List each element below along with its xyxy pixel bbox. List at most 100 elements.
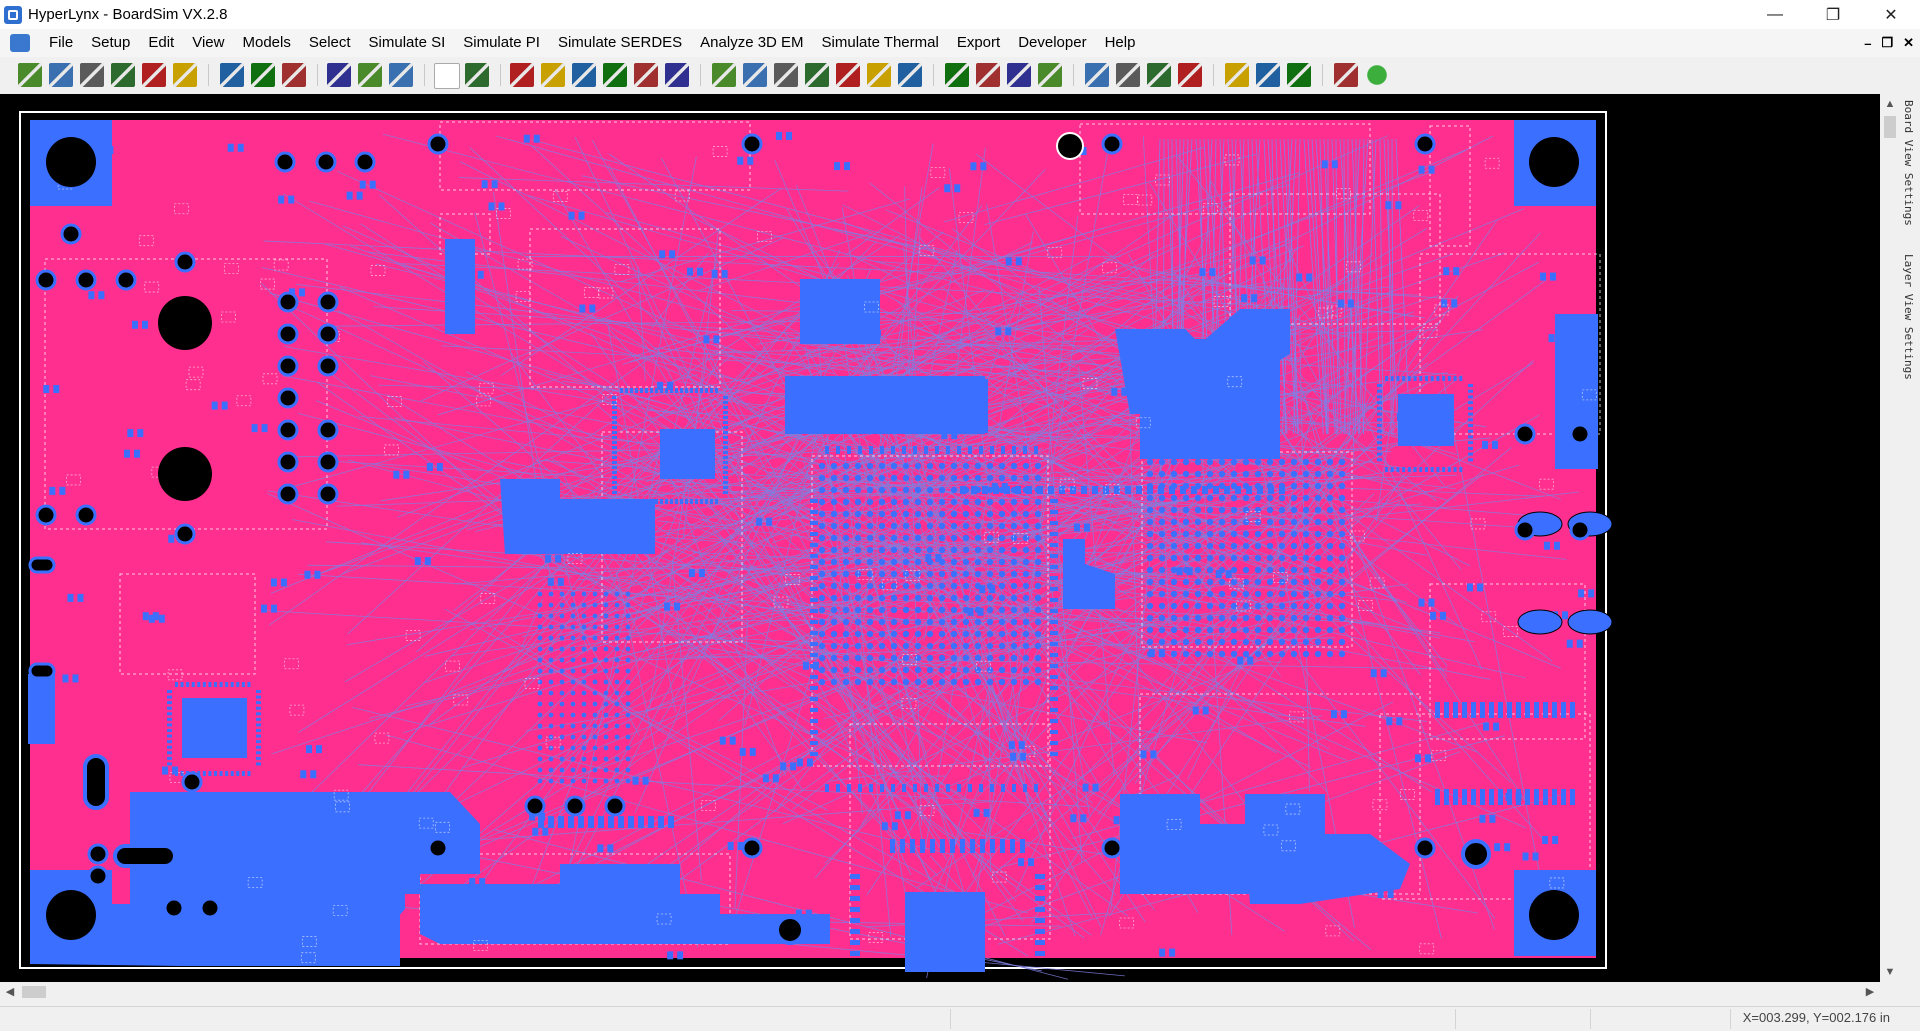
pcb-board-canvas[interactable]	[0, 94, 1880, 982]
ddr-icon[interactable]	[1038, 63, 1062, 87]
minimize-button[interactable]: —	[1746, 0, 1804, 29]
select-nets-icon[interactable]	[358, 63, 382, 87]
terminator-icon[interactable]	[541, 63, 565, 87]
probe-icon[interactable]	[389, 63, 413, 87]
scroll-right-icon[interactable]: ▶	[1860, 982, 1880, 1002]
bga-pad	[1291, 531, 1297, 537]
edit-icon[interactable]	[173, 63, 197, 87]
bga-pad	[915, 631, 921, 637]
smd-pad	[281, 579, 287, 587]
dc-drop-icon[interactable]	[1287, 63, 1311, 87]
thermometer-icon[interactable]	[1334, 63, 1358, 87]
board-view-settings-tab[interactable]: Board View Settings	[1902, 100, 1915, 226]
menu-simulate-thermal[interactable]: Simulate Thermal	[813, 29, 948, 57]
bga-pad	[1243, 519, 1249, 525]
via-hole	[1416, 839, 1434, 857]
menu-export[interactable]: Export	[948, 29, 1009, 57]
smd-pad	[1467, 583, 1473, 591]
vertical-scroll-thumb[interactable]	[1884, 116, 1896, 138]
bga-pad	[1171, 615, 1177, 621]
ibis-icon[interactable]	[510, 63, 534, 87]
menu-select[interactable]: Select	[300, 29, 360, 57]
smd-pad	[1381, 669, 1387, 677]
bga-pad	[1231, 555, 1237, 561]
bga-pad	[1315, 651, 1321, 657]
menu-simulate-serdes[interactable]: Simulate SERDES	[549, 29, 691, 57]
bga-pad	[975, 559, 981, 565]
open-board-icon[interactable]	[18, 63, 42, 87]
bga-pad	[1023, 547, 1029, 553]
stackup-icon[interactable]	[634, 63, 658, 87]
bga-pad	[1035, 523, 1041, 529]
scope-icon[interactable]	[774, 63, 798, 87]
scroll-down-icon[interactable]: ▼	[1880, 962, 1900, 982]
via-hole	[279, 485, 297, 503]
scroll-left-icon[interactable]: ◀	[0, 982, 20, 1002]
zoom-in-icon[interactable]	[251, 63, 275, 87]
qfn-pad	[208, 682, 211, 687]
mdi-restore-button[interactable]: ❐	[1881, 35, 1893, 51]
menu-setup[interactable]: Setup	[82, 29, 139, 57]
smd-pad	[659, 250, 665, 258]
plot-3-icon[interactable]	[1147, 63, 1171, 87]
plot-2-icon[interactable]	[1116, 63, 1140, 87]
close-button[interactable]: ✕	[1862, 0, 1920, 29]
help-icon[interactable]	[1365, 63, 1389, 87]
layer-view-settings-tab[interactable]: Layer View Settings	[1902, 254, 1915, 380]
scope-6-icon[interactable]	[945, 63, 969, 87]
fit-board-icon[interactable]	[327, 63, 351, 87]
print-icon[interactable]	[111, 63, 135, 87]
scroll-up-icon[interactable]: ▲	[1880, 94, 1900, 114]
menu-simulate-pi[interactable]: Simulate PI	[454, 29, 549, 57]
via-hole	[1516, 521, 1534, 539]
plot-4-icon[interactable]	[1178, 63, 1202, 87]
horizontal-scrollbar[interactable]: ◀ ▶	[0, 982, 1880, 1002]
mdi-minimize-button[interactable]: –	[1864, 36, 1871, 51]
menu-help[interactable]: Help	[1096, 29, 1145, 57]
layer-stackup-icon[interactable]	[220, 63, 244, 87]
bga-pad	[891, 631, 897, 637]
scope-3-icon[interactable]	[836, 63, 860, 87]
bga-pad	[1255, 651, 1261, 657]
plot-icon[interactable]	[1085, 63, 1109, 87]
menu-developer[interactable]: Developer	[1009, 29, 1095, 57]
menu-models[interactable]: Models	[233, 29, 299, 57]
qfn-pad	[723, 411, 728, 414]
restore-button[interactable]: ❐	[1804, 0, 1862, 29]
qfn-pad	[612, 411, 617, 414]
bar-chart-icon[interactable]	[976, 63, 1000, 87]
document-icon[interactable]	[10, 34, 30, 52]
save-icon[interactable]	[80, 63, 104, 87]
blank-icon[interactable]	[434, 63, 460, 89]
menu-view[interactable]: View	[183, 29, 233, 57]
pi-icon[interactable]	[1256, 63, 1280, 87]
netlist-icon[interactable]	[465, 63, 489, 87]
scope-2-icon[interactable]	[805, 63, 829, 87]
menu-edit[interactable]: Edit	[139, 29, 183, 57]
zoom-out-icon[interactable]	[282, 63, 306, 87]
component-icon[interactable]	[603, 63, 627, 87]
crosstalk-icon[interactable]	[712, 63, 736, 87]
eye-icon[interactable]	[572, 63, 596, 87]
menu-simulate-si[interactable]: Simulate SI	[360, 29, 455, 57]
menu-file[interactable]: File	[40, 29, 82, 57]
thermal-map-icon[interactable]	[1225, 63, 1249, 87]
qfn-pad	[1377, 395, 1382, 398]
copy-icon[interactable]	[142, 63, 166, 87]
scope-4-icon[interactable]	[867, 63, 891, 87]
scope-5-icon[interactable]	[898, 63, 922, 87]
waveform-icon[interactable]	[665, 63, 689, 87]
bga-pad	[843, 475, 849, 481]
vertical-scrollbar[interactable]: ▲ ▼	[1880, 94, 1900, 982]
board-view[interactable]	[0, 94, 1880, 982]
smd-pad	[850, 401, 856, 409]
mdi-close-button[interactable]: ✕	[1903, 35, 1914, 51]
open-icon[interactable]	[49, 63, 73, 87]
bga-pad	[1255, 579, 1261, 585]
bga-pad	[855, 487, 861, 493]
route-icon[interactable]	[743, 63, 767, 87]
horizontal-scroll-thumb[interactable]	[22, 986, 46, 998]
smd-pad	[1471, 702, 1476, 718]
report-icon[interactable]	[1007, 63, 1031, 87]
menu-analyze-3d-em[interactable]: Analyze 3D EM	[691, 29, 812, 57]
